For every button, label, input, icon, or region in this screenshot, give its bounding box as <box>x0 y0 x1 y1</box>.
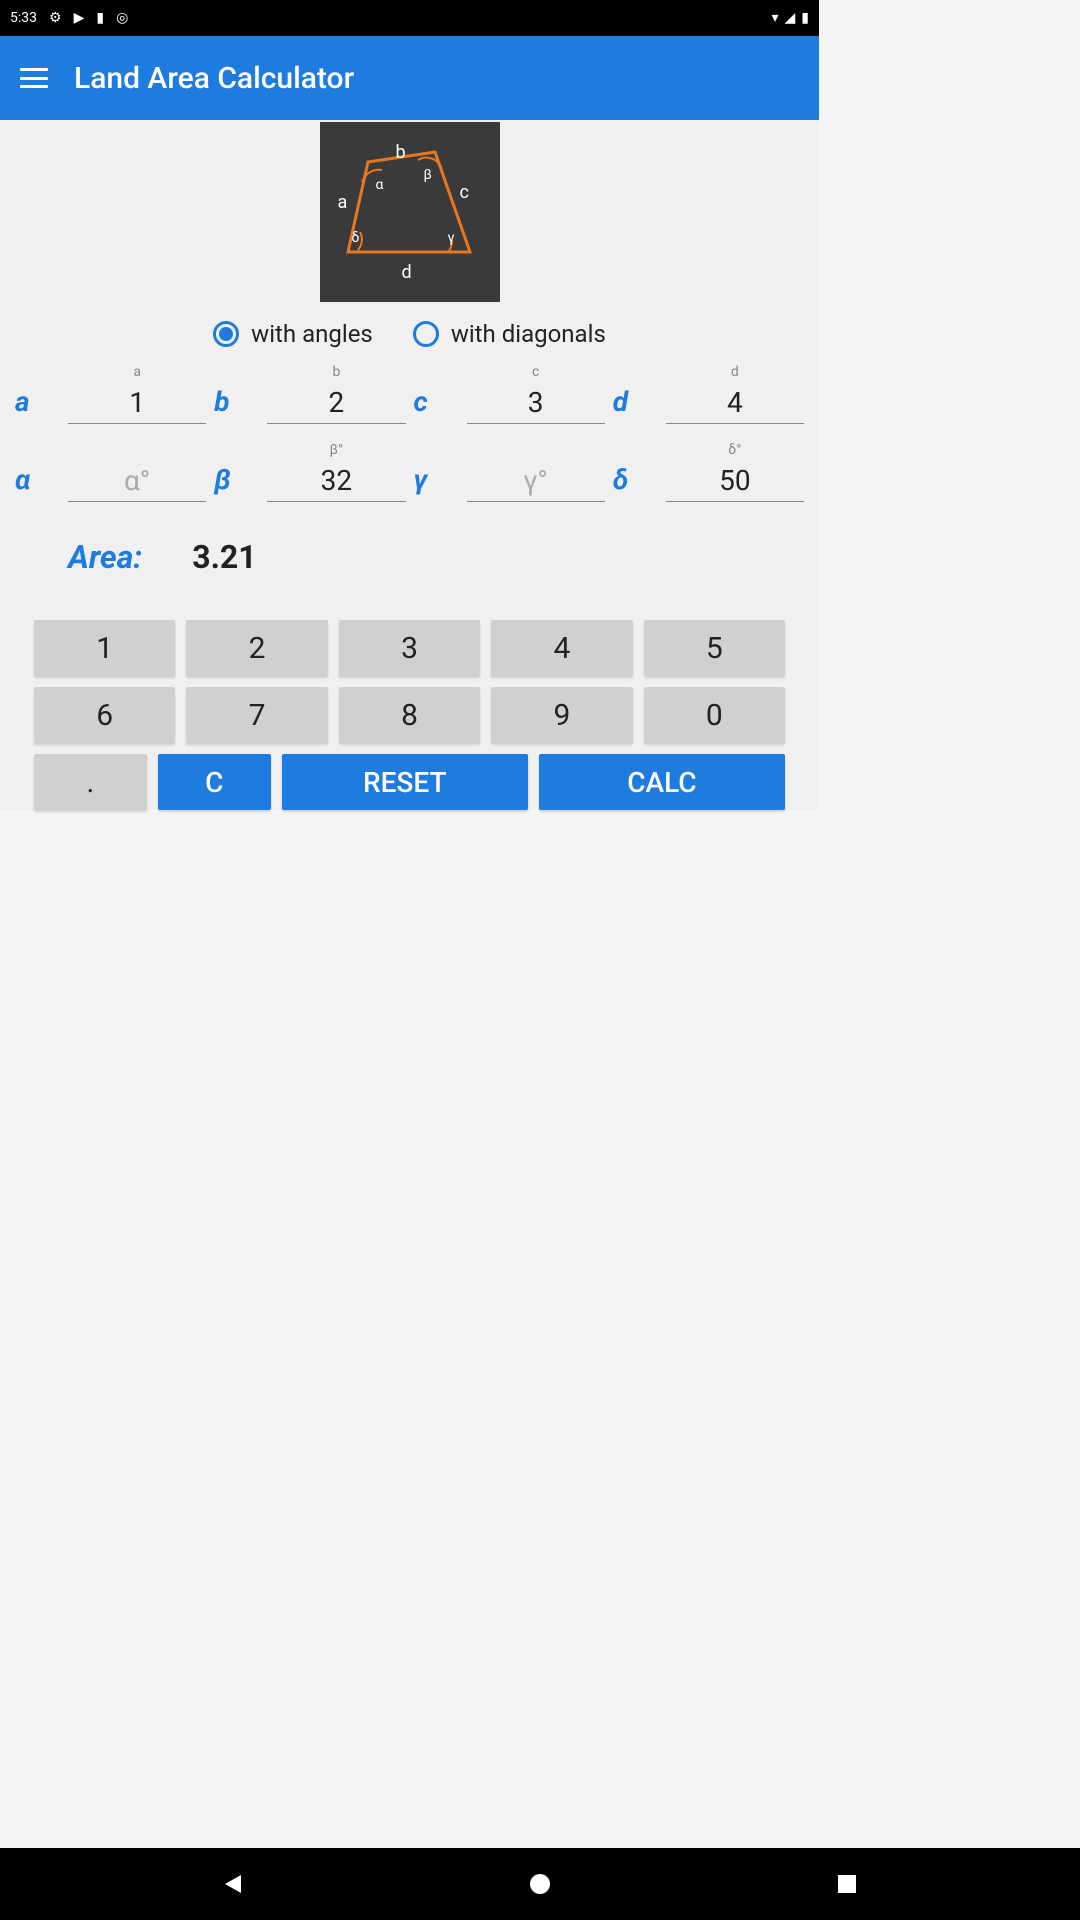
app-title: Land Area Calculator <box>74 61 354 96</box>
key-reset[interactable]: RESET <box>282 754 528 810</box>
app-bar: Land Area Calculator <box>0 36 819 120</box>
label-d: d <box>613 385 658 424</box>
mode-radio-group: with angles with diagonals <box>0 302 819 364</box>
diagram-label-alpha: α <box>376 177 384 193</box>
key-clear[interactable]: C <box>158 754 271 810</box>
keypad: 1 2 3 4 5 6 7 8 9 0 . C RESET CALC <box>0 576 819 810</box>
area-value: 3.21 <box>192 538 256 576</box>
settings-icon: ⚙ <box>49 10 62 26</box>
key-dot[interactable]: . <box>34 754 147 810</box>
key-6[interactable]: 6 <box>34 687 175 743</box>
sync-icon: ◎ <box>116 10 128 26</box>
sides-input-row: a a b b c c d d <box>0 364 819 424</box>
key-3[interactable]: 3 <box>339 620 480 676</box>
key-calc[interactable]: CALC <box>539 754 785 810</box>
input-alpha[interactable] <box>68 460 206 502</box>
status-left: 5:33 ⚙ ▶ ▮ ◎ <box>10 10 128 26</box>
android-nav-bar <box>0 1848 1080 1920</box>
label-alpha: α <box>15 463 60 502</box>
key-1[interactable]: 1 <box>34 620 175 676</box>
label-delta: δ <box>613 463 658 502</box>
hint-a: a <box>133 364 141 382</box>
input-d[interactable] <box>666 382 804 424</box>
key-0[interactable]: 0 <box>644 687 785 743</box>
label-beta: β <box>214 463 259 502</box>
play-protect-icon: ▶ <box>74 10 85 26</box>
hint-beta: β° <box>330 442 344 460</box>
key-7[interactable]: 7 <box>186 687 327 743</box>
angles-input-row: α β β° γ δ δ° <box>0 442 819 502</box>
diagram-label-a: a <box>338 192 348 213</box>
battery-icon: ▮ <box>801 10 809 26</box>
input-beta[interactable] <box>267 460 405 502</box>
cell-signal-icon: ◢ <box>785 10 796 26</box>
nav-home-icon[interactable] <box>528 1872 552 1896</box>
hint-c: c <box>532 364 539 382</box>
menu-icon[interactable] <box>20 68 48 88</box>
diagram-label-beta: β <box>424 167 432 183</box>
label-b: b <box>214 385 259 424</box>
hint-d: d <box>731 364 739 382</box>
diagram-label-b: b <box>396 142 406 163</box>
radio-with-diagonals[interactable]: with diagonals <box>413 320 606 348</box>
key-4[interactable]: 4 <box>491 620 632 676</box>
status-right: ▾ ◢ ▮ <box>771 10 809 26</box>
radio-icon-selected <box>213 321 239 347</box>
label-a: a <box>15 385 60 424</box>
status-bar: 5:33 ⚙ ▶ ▮ ◎ ▾ ◢ ▮ <box>0 0 819 36</box>
area-label: Area: <box>68 538 142 576</box>
main-content: b a c d α β γ δ with angles with diagona… <box>0 120 819 810</box>
result-row: Area: 3.21 <box>0 502 819 576</box>
key-8[interactable]: 8 <box>339 687 480 743</box>
label-c: c <box>414 385 459 424</box>
input-b[interactable] <box>267 382 405 424</box>
input-delta[interactable] <box>666 460 804 502</box>
input-c[interactable] <box>467 382 605 424</box>
diagram-label-c: c <box>460 182 469 203</box>
nav-recent-icon[interactable] <box>835 1872 859 1896</box>
key-5[interactable]: 5 <box>644 620 785 676</box>
status-time: 5:33 <box>10 10 37 26</box>
hint-b: b <box>332 364 340 382</box>
sd-card-icon: ▮ <box>96 10 104 26</box>
diagram-label-delta: δ <box>352 230 360 246</box>
nav-back-icon[interactable] <box>221 1872 245 1896</box>
key-9[interactable]: 9 <box>491 687 632 743</box>
hint-delta: δ° <box>728 442 741 460</box>
quadrilateral-diagram: b a c d α β γ δ <box>320 122 500 302</box>
radio-with-angles[interactable]: with angles <box>213 320 373 348</box>
input-gamma[interactable] <box>467 460 605 502</box>
diagram-label-d: d <box>402 262 412 283</box>
key-2[interactable]: 2 <box>186 620 327 676</box>
input-a[interactable] <box>68 382 206 424</box>
radio-label-diagonals: with diagonals <box>451 320 606 348</box>
wifi-icon: ▾ <box>771 10 778 26</box>
radio-label-angles: with angles <box>251 320 373 348</box>
radio-icon-unselected <box>413 321 439 347</box>
label-gamma: γ <box>414 463 459 502</box>
diagram-label-gamma: γ <box>448 230 455 246</box>
